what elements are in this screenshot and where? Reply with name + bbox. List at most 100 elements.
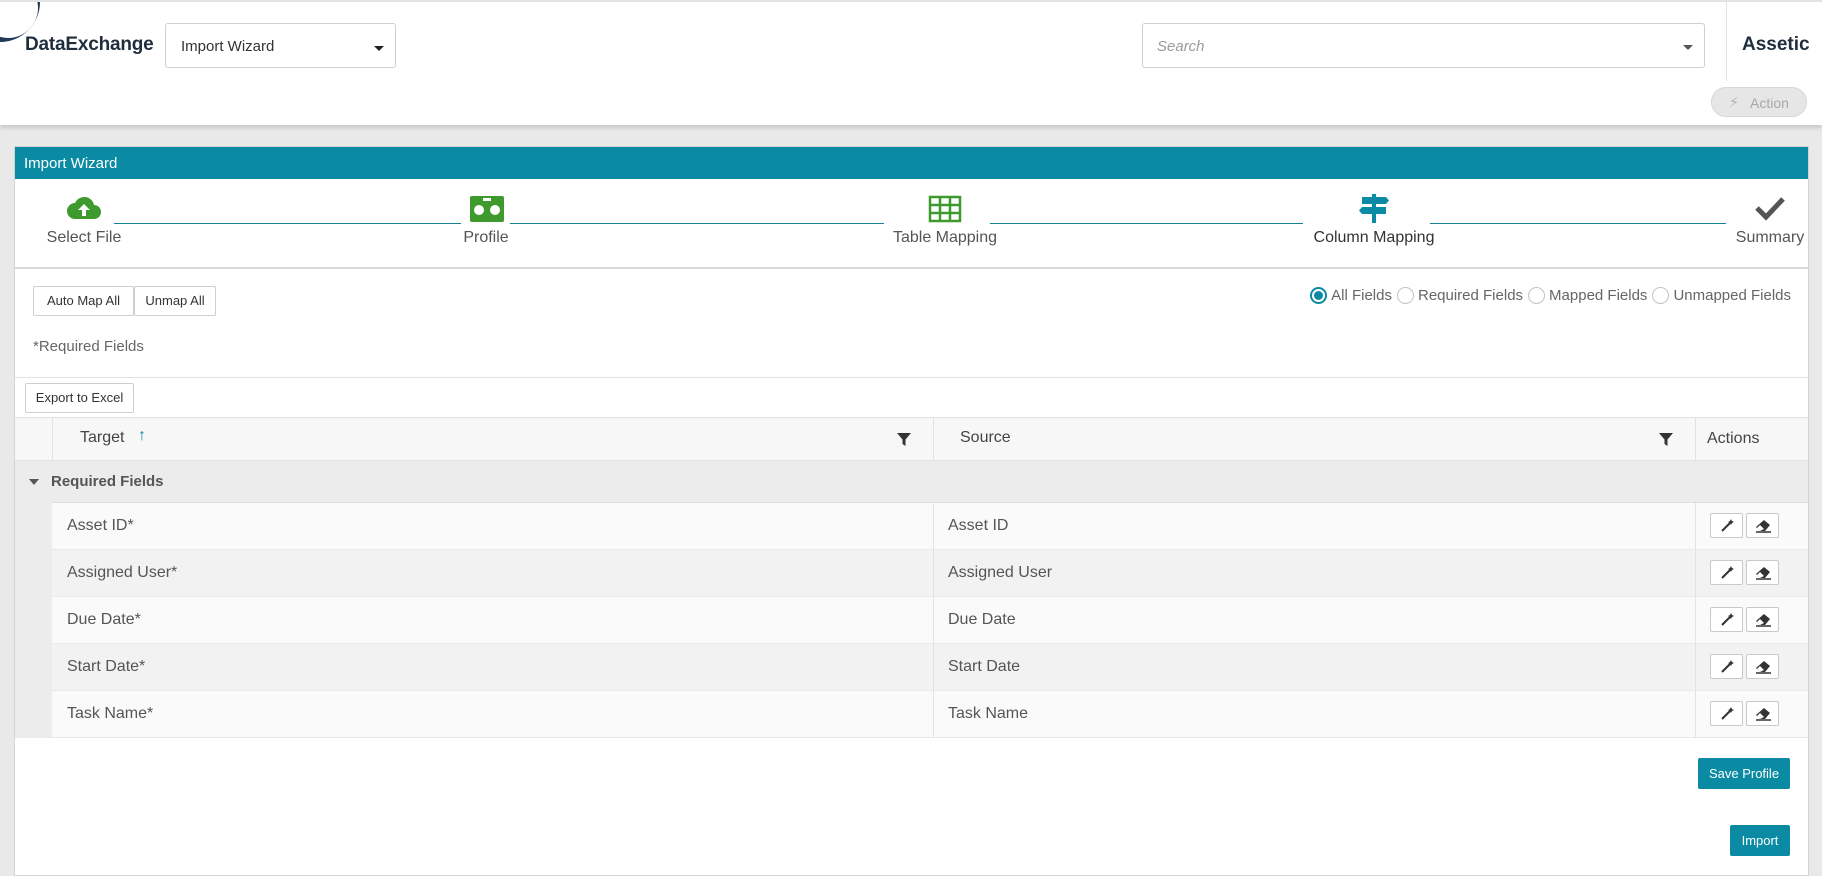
magic-wand-icon bbox=[1721, 519, 1734, 532]
column-divider bbox=[933, 550, 934, 597]
module-select[interactable]: Import Wizard bbox=[165, 23, 396, 68]
column-divider bbox=[933, 597, 934, 644]
module-select-value: Import Wizard bbox=[181, 38, 275, 55]
cloud-upload-icon bbox=[67, 196, 101, 219]
radio-selected[interactable] bbox=[1310, 287, 1328, 304]
column-header-source[interactable]: Source bbox=[933, 418, 1695, 460]
radio-label: Mapped Fields bbox=[1549, 287, 1648, 304]
source-cell[interactable]: Due Date bbox=[948, 611, 1016, 629]
step-table-mapping[interactable]: Table Mapping bbox=[875, 179, 1015, 269]
step-select-file[interactable]: Select File bbox=[29, 179, 139, 269]
table-row: Start Date* Start Date bbox=[15, 643, 1808, 691]
column-title: Actions bbox=[1707, 430, 1760, 447]
import-button[interactable]: Import bbox=[1730, 825, 1790, 856]
collapse-triangle-icon[interactable] bbox=[29, 479, 39, 485]
mapping-grid: Target ↑ Source Actions Required Fields bbox=[15, 417, 1808, 738]
auto-map-row-button[interactable] bbox=[1710, 654, 1743, 679]
filter-unmapped-fields[interactable]: Unmapped Fields bbox=[1652, 287, 1791, 304]
column-divider bbox=[1695, 644, 1696, 691]
radio-button[interactable] bbox=[1528, 287, 1546, 304]
magic-wand-icon bbox=[1721, 707, 1734, 720]
source-cell[interactable]: Task Name bbox=[948, 705, 1028, 723]
table-icon bbox=[928, 195, 962, 223]
chevron-down-icon[interactable] bbox=[1683, 45, 1693, 50]
profile-icon bbox=[470, 196, 504, 222]
column-divider bbox=[1695, 550, 1696, 597]
save-profile-button[interactable]: Save Profile bbox=[1698, 758, 1790, 789]
auto-map-row-button[interactable] bbox=[1710, 607, 1743, 632]
filter-icon[interactable] bbox=[897, 433, 911, 447]
target-cell: Due Date* bbox=[67, 611, 141, 628]
step-label: Summary bbox=[1735, 229, 1805, 246]
radio-label: Unmapped Fields bbox=[1673, 287, 1791, 304]
step-column-mapping[interactable]: Column Mapping bbox=[1294, 179, 1454, 269]
step-connector bbox=[1430, 223, 1726, 224]
row-gutter bbox=[15, 502, 52, 550]
sort-ascending-icon[interactable]: ↑ bbox=[138, 427, 146, 445]
search-input[interactable]: Search bbox=[1142, 23, 1705, 68]
column-header-target[interactable]: Target ↑ bbox=[52, 418, 933, 460]
target-cell: Asset ID* bbox=[67, 517, 134, 534]
filter-mapped-fields[interactable]: Mapped Fields bbox=[1528, 287, 1647, 304]
panel-title: Import Wizard bbox=[24, 155, 118, 172]
column-divider bbox=[1695, 597, 1696, 644]
unmap-all-button[interactable]: Unmap All bbox=[134, 286, 216, 316]
unmap-row-button[interactable] bbox=[1746, 701, 1779, 726]
export-to-excel-button[interactable]: Export to Excel bbox=[25, 383, 134, 413]
chevron-down-icon bbox=[374, 46, 384, 51]
source-cell[interactable]: Assigned User bbox=[948, 564, 1052, 582]
column-divider bbox=[933, 644, 934, 691]
wizard-stepper: Select File Profile Table Mapping Column… bbox=[15, 179, 1808, 269]
app-brand[interactable]: DataExchange bbox=[25, 34, 154, 56]
org-name[interactable]: Assetic bbox=[1742, 34, 1810, 56]
filter-icon[interactable] bbox=[1659, 433, 1673, 447]
radio-label: All Fields bbox=[1331, 287, 1392, 304]
magic-wand-icon bbox=[1721, 613, 1734, 626]
group-row-required-fields[interactable]: Required Fields bbox=[15, 461, 1808, 503]
auto-map-row-button[interactable] bbox=[1710, 560, 1743, 585]
auto-map-all-button[interactable]: Auto Map All bbox=[33, 286, 134, 316]
step-label: Column Mapping bbox=[1313, 229, 1435, 246]
bolt-icon: ⚡︎ bbox=[1729, 94, 1739, 110]
table-row: Assigned User* Assigned User bbox=[15, 549, 1808, 597]
step-connector bbox=[510, 223, 884, 224]
step-profile[interactable]: Profile bbox=[446, 179, 526, 269]
search-placeholder: Search bbox=[1157, 38, 1205, 55]
eraser-icon bbox=[1756, 520, 1771, 533]
auto-map-row-button[interactable] bbox=[1710, 513, 1743, 538]
header-divider bbox=[1726, 2, 1727, 81]
action-button-label: Action bbox=[1750, 95, 1789, 111]
action-button[interactable]: ⚡︎ Action bbox=[1711, 87, 1807, 117]
unmap-row-button[interactable] bbox=[1746, 654, 1779, 679]
auto-map-row-button[interactable] bbox=[1710, 701, 1743, 726]
panel-header: Import Wizard bbox=[15, 147, 1808, 179]
column-divider bbox=[1695, 691, 1696, 738]
step-connector bbox=[990, 223, 1303, 224]
step-summary[interactable]: Summary bbox=[1725, 179, 1815, 269]
radio-button[interactable] bbox=[1396, 287, 1414, 304]
unmap-row-button[interactable] bbox=[1746, 607, 1779, 632]
unmap-row-button[interactable] bbox=[1746, 560, 1779, 585]
top-header: DataExchange Import Wizard Search Asseti… bbox=[0, 0, 1822, 81]
eraser-icon bbox=[1756, 708, 1771, 721]
column-title: Target bbox=[80, 429, 125, 446]
magic-wand-icon bbox=[1721, 566, 1734, 579]
group-label: Required Fields bbox=[51, 473, 164, 490]
step-label: Profile bbox=[463, 229, 509, 246]
required-fields-note: *Required Fields bbox=[33, 338, 144, 355]
grid-header: Target ↑ Source Actions bbox=[15, 417, 1808, 461]
column-divider bbox=[933, 691, 934, 738]
filter-required-fields[interactable]: Required Fields bbox=[1396, 287, 1523, 304]
source-cell[interactable]: Start Date bbox=[948, 658, 1020, 676]
check-icon bbox=[1755, 197, 1785, 221]
source-cell[interactable]: Asset ID bbox=[948, 517, 1008, 535]
column-divider bbox=[933, 503, 934, 550]
unmap-row-button[interactable] bbox=[1746, 513, 1779, 538]
column-divider bbox=[1695, 503, 1696, 550]
column-header-actions: Actions bbox=[1695, 418, 1808, 460]
table-row: Due Date* Due Date bbox=[15, 596, 1808, 644]
eraser-icon bbox=[1756, 661, 1771, 674]
import-wizard-panel: Import Wizard Select File Profile Table … bbox=[14, 146, 1809, 876]
filter-all-fields[interactable]: All Fields bbox=[1310, 287, 1392, 304]
radio-button[interactable] bbox=[1652, 287, 1670, 304]
